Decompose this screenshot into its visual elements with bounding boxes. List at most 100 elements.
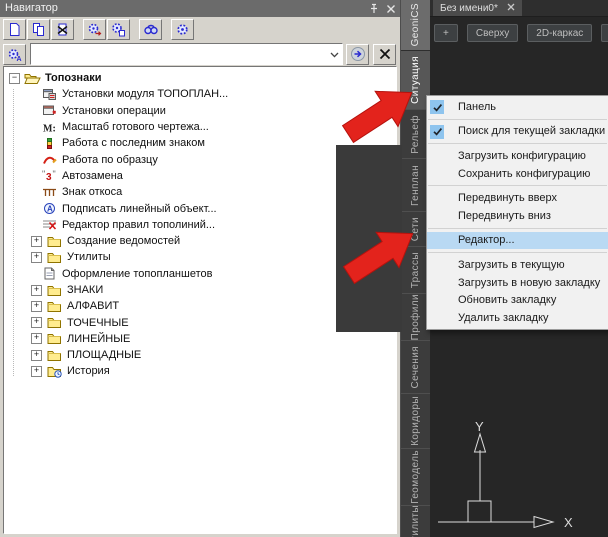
vertical-tab-label: Трассы	[410, 252, 421, 288]
folder-icon	[46, 234, 63, 248]
expand-expander[interactable]: +	[31, 333, 42, 344]
tree-item-label: Создание ведомостей	[67, 235, 180, 247]
vertical-tab-label: Сети	[410, 217, 421, 241]
tree-item-label: История	[67, 365, 110, 377]
sheet-icon	[41, 267, 58, 281]
menu-item[interactable]: Загрузить в новую закладку	[427, 274, 608, 292]
expand-expander[interactable]: +	[31, 252, 42, 263]
menu-item-label: Удалить закладку	[458, 312, 549, 324]
pin-icon[interactable]	[369, 3, 379, 20]
menu-item-label: Загрузить в текущую	[458, 259, 565, 271]
menu-item[interactable]: Передвинуть вверх	[427, 189, 608, 207]
tree-row[interactable]: +ПЛОЩАДНЫЕ	[4, 347, 396, 363]
menu-item-label: Передвинуть вниз	[458, 210, 551, 222]
settings-icon[interactable]	[171, 19, 194, 40]
viewport-control[interactable]: Сверху	[467, 24, 518, 42]
vertical-tab-сечения[interactable]: Сечения	[401, 341, 430, 394]
menu-item[interactable]: Загрузить конфигурацию	[427, 147, 608, 165]
chevron-down-icon[interactable]	[330, 45, 339, 63]
menu-item[interactable]: Загрузить в текущую	[427, 256, 608, 274]
operation-settings-icon	[41, 104, 58, 118]
go-button[interactable]	[346, 44, 369, 65]
clear-button[interactable]	[373, 44, 396, 65]
search-icon[interactable]	[139, 19, 162, 40]
tree-item-label: ТОЧЕЧНЫЕ	[67, 317, 129, 329]
search-combobox[interactable]	[30, 43, 343, 65]
menu-item-label: Поиск для текущей закладки	[458, 125, 605, 137]
viewport-control[interactable]: 2D-каркас	[527, 24, 592, 42]
rules-editor-icon	[41, 218, 58, 232]
menu-item[interactable]: Обновить закладку	[427, 291, 608, 309]
tree-row[interactable]: M:Масштаб готового чертежа...	[4, 119, 396, 135]
navigator-titlebar[interactable]: Навигатор	[0, 0, 400, 17]
copy-document-icon[interactable]	[27, 19, 50, 40]
vertical-tab-утилиты[interactable]: Утилиты	[401, 506, 430, 537]
ucs-y-label: Y	[475, 419, 484, 434]
tree-item-label: АЛФАВИТ	[67, 300, 119, 312]
menu-backdrop	[336, 145, 402, 332]
run-settings-icon[interactable]	[83, 19, 106, 40]
tree-row[interactable]: +ЛИНЕЙНЫЕ	[4, 331, 396, 347]
menu-separator	[428, 119, 607, 120]
expand-expander[interactable]: +	[31, 285, 42, 296]
expand-expander[interactable]: +	[31, 366, 42, 377]
vertical-tab-label: Ситуация	[410, 56, 421, 104]
document-tab-label: Без имени0*	[440, 3, 498, 14]
menu-item-label: Передвинуть вверх	[458, 192, 557, 204]
new-document-icon[interactable]	[3, 19, 26, 40]
vertical-tab-label: GeoniCS	[410, 3, 421, 46]
check-icon	[430, 100, 444, 114]
expand-expander[interactable]: +	[31, 236, 42, 247]
expand-expander[interactable]: +	[31, 317, 42, 328]
menu-item[interactable]: Удалить закладку	[427, 309, 608, 327]
tree-item-label: Редактор правил тополиний...	[62, 219, 215, 231]
svg-text:3: 3	[46, 172, 52, 182]
tree-row[interactable]: + История	[4, 363, 396, 379]
menu-item-label: Загрузить в новую закладку	[458, 277, 600, 289]
ucs-icon: Y X	[438, 417, 588, 537]
svg-text:": "	[53, 169, 56, 179]
close-icon[interactable]	[386, 3, 396, 20]
tree-row[interactable]: Установки модуля ТОПОПЛАН...	[4, 86, 396, 102]
folder-icon	[46, 316, 63, 330]
vertical-tab-label: Профили	[410, 294, 421, 340]
tree-row[interactable]: Установки операции	[4, 103, 396, 119]
menu-separator	[428, 185, 607, 186]
save-settings-icon[interactable]	[107, 19, 130, 40]
menu-item-label: Обновить закладку	[458, 294, 556, 306]
document-tab[interactable]: Без имени0*	[433, 0, 522, 16]
viewport-control[interactable]: --- нет св	[601, 24, 608, 42]
menu-item[interactable]: Редактор...	[427, 232, 608, 250]
vertical-tab-коридоры[interactable]: Коридоры	[401, 394, 430, 449]
menu-item[interactable]: Сохранить конфигурацию	[427, 165, 608, 183]
viewport-controls: + Сверху 2D-каркас --- нет св	[434, 24, 608, 42]
menu-item[interactable]: Поиск для текущей закладки	[427, 123, 608, 141]
ucs-x-label: X	[564, 515, 573, 530]
menu-item-label: Сохранить конфигурацию	[458, 168, 590, 180]
menu-separator	[428, 143, 607, 144]
menu-item[interactable]: Передвинуть вниз	[427, 207, 608, 225]
delete-item-icon[interactable]	[51, 19, 74, 40]
svg-text:M:: M:	[43, 123, 56, 134]
svg-text:A: A	[17, 56, 22, 62]
filter-settings-icon[interactable]: A	[3, 44, 26, 65]
vertical-tab-геомодель[interactable]: Геомодель	[401, 449, 430, 506]
tree-item-label: Утилиты	[67, 251, 111, 263]
tab-close-icon[interactable]	[507, 3, 515, 14]
expand-expander[interactable]: +	[31, 350, 42, 361]
vertical-tab-label: Геомодель	[410, 450, 421, 504]
folder-icon	[46, 250, 63, 264]
vertical-tab-label: Сечения	[410, 346, 421, 389]
folder-open-icon	[24, 71, 41, 85]
navigator-search-row: A	[0, 42, 400, 66]
vertical-tab-geonics[interactable]: GeoniCS	[401, 0, 430, 51]
viewport-control[interactable]: +	[434, 24, 458, 42]
expand-expander[interactable]: +	[31, 301, 42, 312]
tree-item-label: Работа с последним знаком	[62, 137, 205, 149]
svg-text:": "	[42, 169, 45, 179]
tree-item-label: Оформление топопланшетов	[62, 268, 212, 280]
navigator-title: Навигатор	[5, 2, 58, 14]
collapse-expander[interactable]: −	[9, 73, 20, 84]
tree-row[interactable]: −Топознаки	[4, 70, 396, 86]
menu-item[interactable]: Панель	[427, 98, 608, 116]
